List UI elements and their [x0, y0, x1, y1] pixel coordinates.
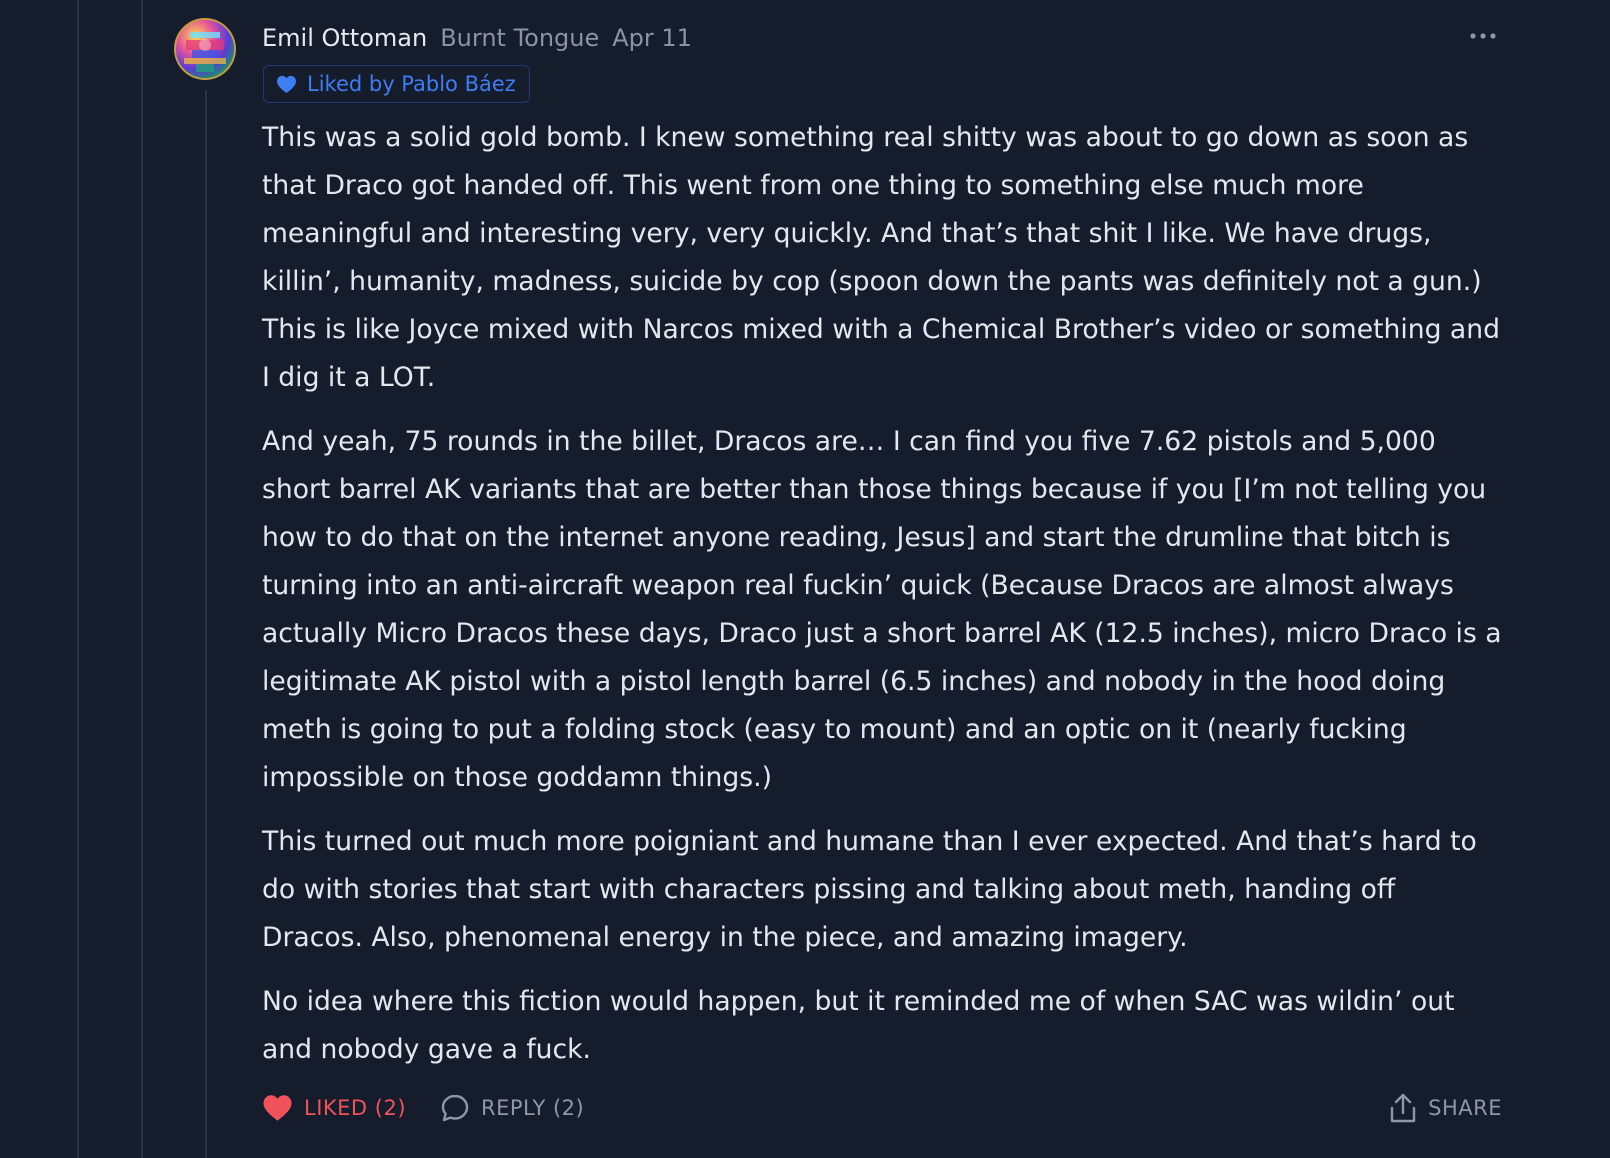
like-label: LIKED (2) [304, 1096, 407, 1120]
comment-bubble-icon [440, 1093, 470, 1123]
more-horizontal-icon [1470, 33, 1496, 39]
avatar-image [174, 18, 236, 80]
heart-icon [276, 75, 297, 94]
comment-paragraph: This turned out much more poigniant and … [262, 826, 1477, 953]
comment-body: This was a solid gold bomb. I knew somet… [262, 114, 1502, 1090]
avatar[interactable] [174, 18, 236, 80]
comment-actions: LIKED (2) REPLY (2) SHARE [262, 1090, 1502, 1126]
more-options-button[interactable] [1466, 24, 1500, 48]
author-name[interactable]: Emil Ottoman [262, 24, 427, 52]
publication-name[interactable]: Burnt Tongue [440, 24, 599, 52]
like-button[interactable]: LIKED (2) [262, 1094, 406, 1122]
heart-filled-icon [262, 1094, 293, 1122]
share-icon [1389, 1092, 1417, 1124]
liked-by-text: Liked by Pablo Báez [307, 72, 516, 96]
reply-button[interactable]: REPLY (2) [440, 1093, 584, 1123]
thread-line [141, 0, 143, 1158]
thread-line[interactable] [205, 90, 207, 1158]
share-label: SHARE [1428, 1096, 1502, 1120]
reply-label: REPLY (2) [481, 1096, 585, 1120]
liked-by-badge[interactable]: Liked by Pablo Báez [263, 65, 530, 103]
comment-paragraph: This was a solid gold bomb. I knew somet… [262, 122, 1500, 393]
comment-date[interactable]: Apr 11 [612, 24, 692, 52]
thread-line [77, 0, 79, 1158]
comment-paragraph: No idea where this fiction would happen,… [262, 986, 1455, 1065]
share-button[interactable]: SHARE [1389, 1092, 1502, 1124]
comment-header: Emil Ottoman Burnt Tongue Apr 11 [262, 20, 692, 56]
comment-paragraph: And yeah, 75 rounds in the billet, Draco… [262, 426, 1502, 793]
